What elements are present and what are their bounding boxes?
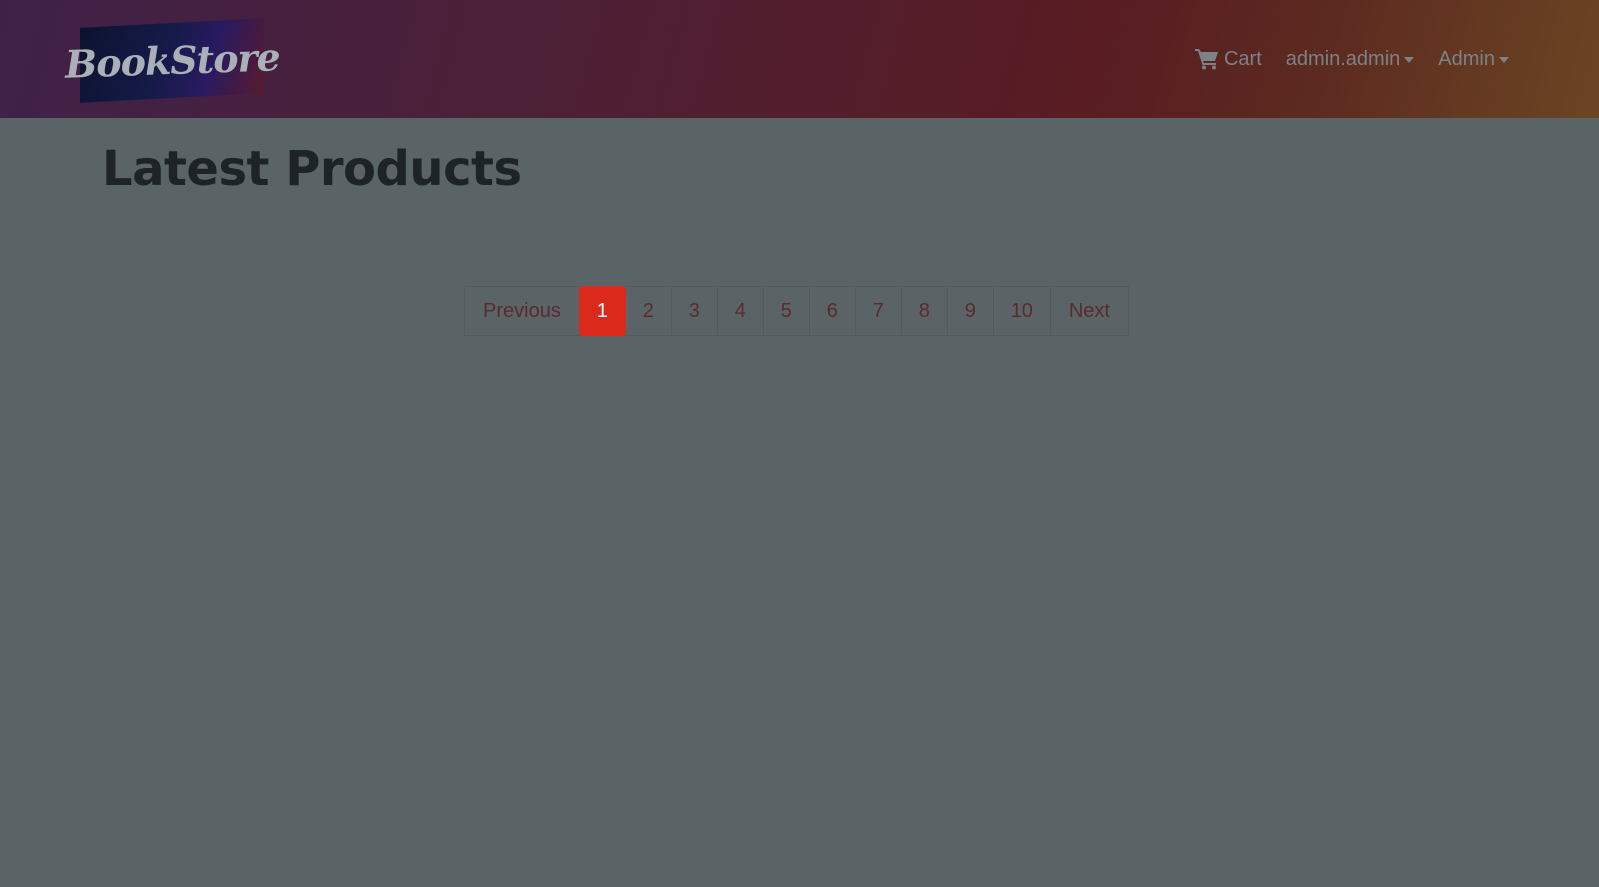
page-title: Latest Products (102, 141, 522, 197)
cart-label: Cart (1223, 47, 1262, 70)
user-menu-label: admin.admin (1285, 47, 1401, 70)
nav-links: Cart admin.admin Admin (1171, 42, 1509, 76)
pagination-page-6[interactable]: 6 (808, 286, 856, 336)
pagination-page-9[interactable]: 9 (946, 286, 994, 336)
user-menu-dropdown[interactable]: admin.admin (1286, 48, 1415, 71)
pagination-page-10[interactable]: 10 (992, 286, 1051, 336)
pagination-page-3[interactable]: 3 (670, 286, 718, 336)
admin-menu-label: Admin (1438, 47, 1495, 70)
pagination-next[interactable]: Next (1049, 286, 1129, 336)
pagination-page-1[interactable]: 1 (578, 286, 626, 336)
admin-menu-dropdown[interactable]: Admin (1438, 48, 1509, 71)
pagination-page-8[interactable]: 8 (900, 286, 948, 336)
pagination-page-5[interactable]: 5 (762, 286, 810, 336)
pagination: Previous 1 2 3 4 5 6 7 8 9 10 Next (464, 286, 1129, 336)
pagination-previous[interactable]: Previous (464, 286, 580, 336)
pagination-page-2[interactable]: 2 (624, 286, 672, 336)
chevron-down-icon (1404, 57, 1415, 63)
top-navbar: BookStore Cart admin.admin Admin (0, 0, 1599, 118)
pagination-page-4[interactable]: 4 (716, 286, 764, 336)
brand-logo[interactable]: BookStore (64, 18, 280, 103)
chevron-down-icon (1499, 57, 1509, 63)
brand-logo-text: BookStore (63, 34, 281, 87)
shopping-cart-icon (1194, 49, 1218, 70)
cart-link[interactable]: Cart (1194, 47, 1262, 71)
pagination-page-7[interactable]: 7 (854, 286, 902, 336)
